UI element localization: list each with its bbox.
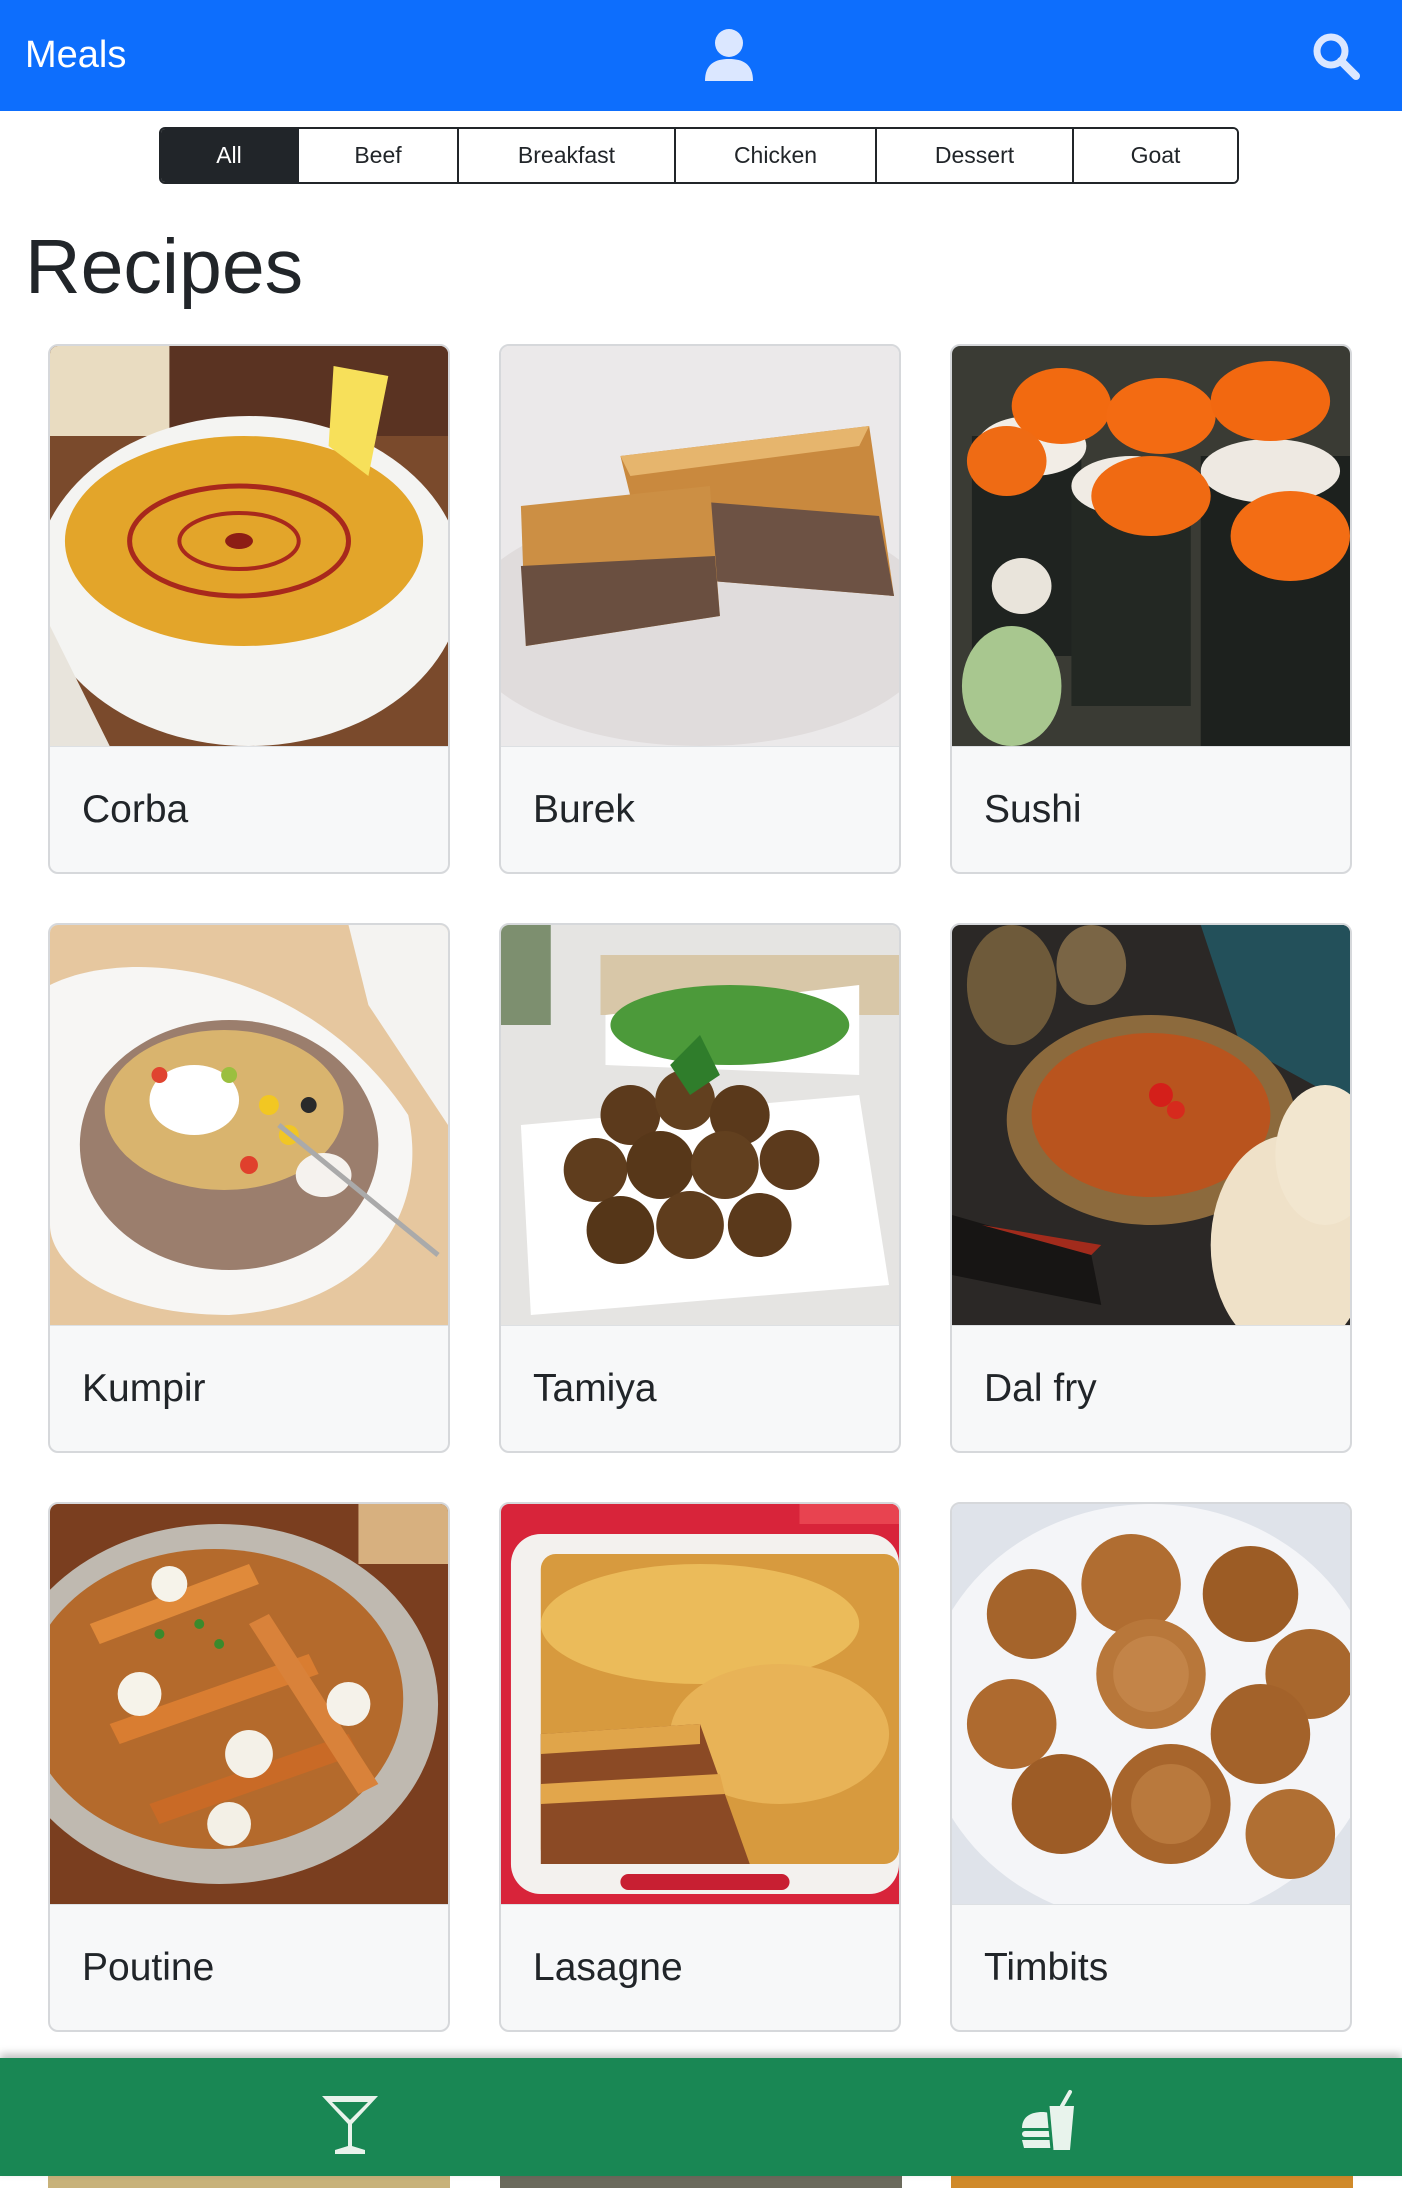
recipe-title: Corba	[50, 746, 448, 872]
recipe-card[interactable]: Dal fry	[950, 923, 1352, 1453]
recipe-card[interactable]: Burek	[499, 344, 901, 874]
filter-breakfast[interactable]: Breakfast	[459, 129, 676, 182]
recipe-card[interactable]: Lasagne	[499, 1502, 901, 2032]
category-filter-group: All Beef Breakfast Chicken Dessert Goat	[159, 127, 1239, 184]
top-navbar: Meals	[0, 0, 1402, 111]
cocktail-glass-icon[interactable]	[317, 2090, 383, 2156]
recipe-image	[50, 1504, 448, 1904]
recipe-image-peek	[951, 2176, 1353, 2188]
recipe-card[interactable]: Sushi	[950, 344, 1352, 874]
filter-dessert[interactable]: Dessert	[877, 129, 1074, 182]
recipe-image	[50, 346, 448, 746]
recipe-title: Kumpir	[50, 1325, 448, 1451]
recipe-card[interactable]: Timbits	[950, 1502, 1352, 2032]
recipe-grid: Corba Burek Sushi Kumpir Tamiya Dal fry …	[48, 344, 1354, 2032]
recipe-image	[501, 1504, 899, 1904]
recipe-image	[501, 925, 899, 1325]
recipe-title: Burek	[501, 746, 899, 872]
filter-all[interactable]: All	[161, 129, 299, 182]
filter-chicken[interactable]: Chicken	[676, 129, 877, 182]
recipe-image	[952, 925, 1350, 1325]
burger-drink-icon[interactable]	[1018, 2088, 1084, 2154]
recipe-title: Tamiya	[501, 1325, 899, 1451]
filter-beef[interactable]: Beef	[299, 129, 459, 182]
recipe-card[interactable]: Kumpir	[48, 923, 450, 1453]
recipe-title: Dal fry	[952, 1325, 1350, 1451]
recipe-title: Sushi	[952, 746, 1350, 872]
recipe-title: Lasagne	[501, 1904, 899, 2030]
bottom-tab-bar	[0, 2058, 1402, 2176]
recipe-image	[952, 346, 1350, 746]
recipe-image	[501, 346, 899, 746]
recipe-card[interactable]: Corba	[48, 344, 450, 874]
recipe-card[interactable]: Poutine	[48, 1502, 450, 2032]
recipe-image	[50, 925, 448, 1325]
recipe-card[interactable]: Tamiya	[499, 923, 901, 1453]
recipe-image-peek	[500, 2176, 902, 2188]
recipe-title: Poutine	[50, 1904, 448, 2030]
filter-goat[interactable]: Goat	[1074, 129, 1237, 182]
recipe-image-peek	[48, 2176, 450, 2188]
search-icon[interactable]	[1310, 30, 1362, 82]
brand-link[interactable]: Meals	[25, 30, 126, 80]
recipe-title: Timbits	[952, 1904, 1350, 2030]
user-icon[interactable]	[699, 26, 759, 86]
recipe-image	[952, 1504, 1350, 1904]
page-title: Recipes	[25, 224, 304, 310]
next-row-peek	[0, 2176, 1402, 2188]
